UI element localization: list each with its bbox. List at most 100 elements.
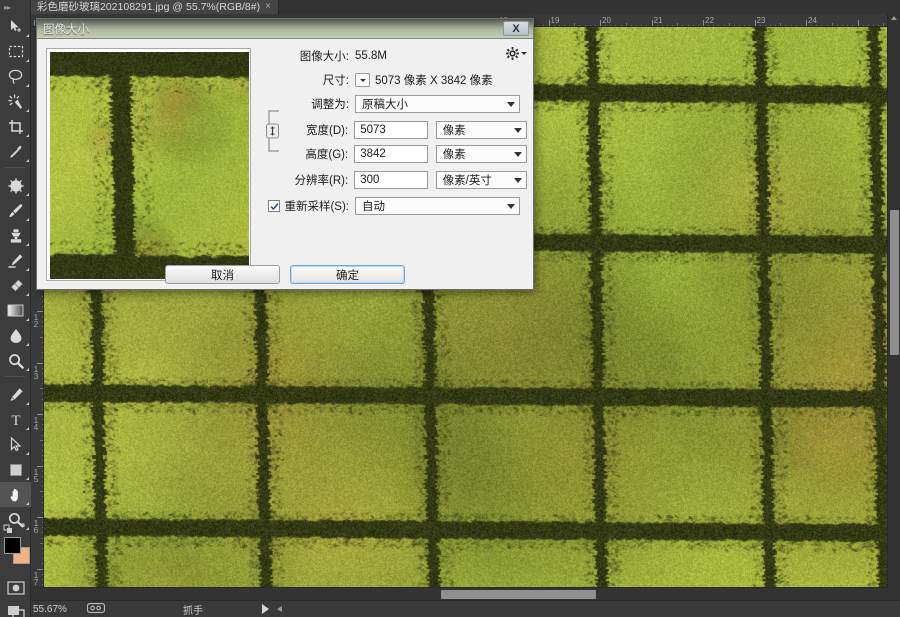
fit-to-select[interactable]: 原稿大小 [355, 95, 520, 113]
svg-text:T: T [11, 413, 20, 427]
resample-row: 重新采样(S): 自动 [259, 195, 527, 217]
dialog-button-bar: 取消 确定 [37, 265, 533, 284]
tool-more-indicator [26, 34, 29, 37]
ruler-label: 1 2 [33, 313, 39, 329]
horizontal-scrollbar[interactable] [31, 587, 887, 600]
dodge-tool[interactable] [0, 348, 31, 373]
image-size-row: 图像大小: 55.8M [259, 45, 527, 67]
ruler-label: 1 5 [33, 467, 39, 484]
chevron-down-icon [507, 203, 515, 209]
chevron-down-icon [359, 78, 366, 82]
resolution-input[interactable]: 300 [354, 171, 428, 189]
move-tool[interactable] [0, 14, 31, 39]
healing-brush-tool[interactable] [0, 173, 31, 198]
ruler-tick [806, 20, 807, 26]
brush-tool[interactable] [0, 198, 31, 223]
width-row: 宽度(D): 5073 像素 [259, 119, 527, 141]
shape-tool[interactable] [0, 457, 31, 482]
dimensions-row: 尺寸: 5073 像素 X 3842 像素 [259, 69, 527, 91]
image-size-value: 55.8M [355, 50, 387, 62]
close-icon[interactable]: X [503, 21, 529, 36]
scroll-up-icon[interactable] [891, 16, 897, 20]
tabbar-filler [278, 0, 900, 14]
zoom-level[interactable]: 55.67% [33, 604, 85, 615]
width-unit-select[interactable]: 像素 [435, 121, 527, 139]
ruler-tick [37, 568, 43, 570]
width-unit-value: 像素 [442, 125, 466, 137]
play-icon[interactable] [262, 604, 269, 614]
ruler-label: 21 [653, 16, 663, 25]
dimensions-label: 尺寸: [322, 75, 349, 87]
vertical-scrollbar[interactable] [887, 14, 900, 600]
fit-to-row: 调整为: 原稿大小 [259, 93, 527, 115]
clone-stamp-tool[interactable] [0, 223, 31, 248]
cancel-button[interactable]: 取消 [165, 265, 280, 284]
ruler-label: 1 3 [33, 364, 39, 381]
resolution-row: 分辨率(R): 300 像素/英寸 [259, 169, 527, 191]
chain-link-icon[interactable] [266, 109, 282, 153]
horizontal-scroll-thumb[interactable] [441, 590, 596, 599]
resolution-value: 300 [360, 174, 380, 186]
ruler-tick [37, 362, 43, 364]
height-unit-select[interactable]: 像素 [435, 145, 527, 163]
tool-more-indicator [26, 218, 29, 221]
resample-checkbox[interactable] [268, 200, 281, 212]
doc-size-icon[interactable] [87, 602, 105, 616]
resolution-unit-select[interactable]: 像素/英寸 [435, 171, 527, 189]
width-input[interactable]: 5073 [354, 121, 428, 139]
swatch-controls[interactable] [2, 522, 31, 534]
marquee-tool[interactable] [0, 39, 31, 64]
close-icon[interactable]: × [265, 0, 271, 14]
gradient-tool[interactable] [0, 298, 31, 323]
resample-select[interactable]: 自动 [355, 197, 520, 215]
dimensions-unit-dropdown[interactable] [355, 73, 370, 87]
gear-icon[interactable] [506, 47, 527, 60]
type-tool[interactable]: T [0, 407, 31, 432]
image-preview[interactable] [46, 48, 251, 281]
image-size-label: 图像大小: [299, 51, 349, 63]
document-tab[interactable]: 彩色磨砂玻璃202108291.jpg @ 55.7%(RGB/8#) × [31, 0, 279, 14]
tool-more-indicator [26, 84, 29, 87]
image-size-dialog[interactable]: 图像大小 X 图像大小: 55.8M 尺寸: 5073 像素 X 3842 像素… [36, 18, 534, 290]
crop-tool[interactable] [0, 114, 31, 139]
height-value: 3842 [360, 148, 386, 160]
ruler-tick [651, 20, 653, 26]
quick-mask-toggle[interactable] [0, 575, 31, 600]
ruler-tick [37, 311, 43, 312]
screen-mode-toggle[interactable] [0, 600, 31, 617]
blur-tool[interactable] [0, 323, 31, 348]
pen-tool[interactable] [0, 382, 31, 407]
vertical-scroll-thumb[interactable] [890, 210, 899, 355]
resample-value: 自动 [362, 201, 385, 213]
ruler-tick [600, 20, 601, 26]
toolbar-collapse-handle[interactable]: ▸▸ [0, 0, 30, 14]
scrollbar-corner [887, 587, 900, 600]
tool-more-indicator [26, 134, 29, 137]
lasso-tool[interactable] [0, 64, 31, 89]
foreground-color-swatch[interactable] [4, 537, 21, 554]
dialog-title-bar[interactable]: 图像大小 X [37, 19, 533, 39]
path-selection-tool[interactable] [0, 432, 31, 457]
ruler-tick [33, 20, 35, 26]
chevron-down-icon [514, 151, 522, 157]
chevron-down-icon [514, 127, 522, 133]
height-input[interactable]: 3842 [354, 145, 428, 163]
dialog-title: 图像大小 [43, 23, 89, 36]
chevron-down-icon [507, 101, 515, 107]
ok-button[interactable]: 确定 [290, 265, 405, 284]
tool-more-indicator [26, 293, 29, 296]
magic-wand-tool[interactable] [0, 89, 31, 114]
ruler-label: 23 [756, 16, 766, 25]
hand-tool[interactable] [0, 482, 31, 507]
eyedropper-tool[interactable] [0, 139, 31, 164]
eraser-tool[interactable] [0, 273, 31, 298]
chevron-down-icon[interactable] [521, 52, 527, 55]
tools-panel: ▸▸ T [0, 0, 31, 617]
dimensions-value: 5073 像素 X 3842 像素 [375, 75, 493, 87]
left-arrow-icon[interactable] [277, 606, 282, 612]
chevron-down-icon [514, 177, 522, 183]
status-playback-controls[interactable] [262, 604, 282, 614]
ruler-label: 20 [602, 16, 611, 25]
tool-more-indicator [26, 268, 29, 271]
history-brush-tool[interactable] [0, 248, 31, 273]
